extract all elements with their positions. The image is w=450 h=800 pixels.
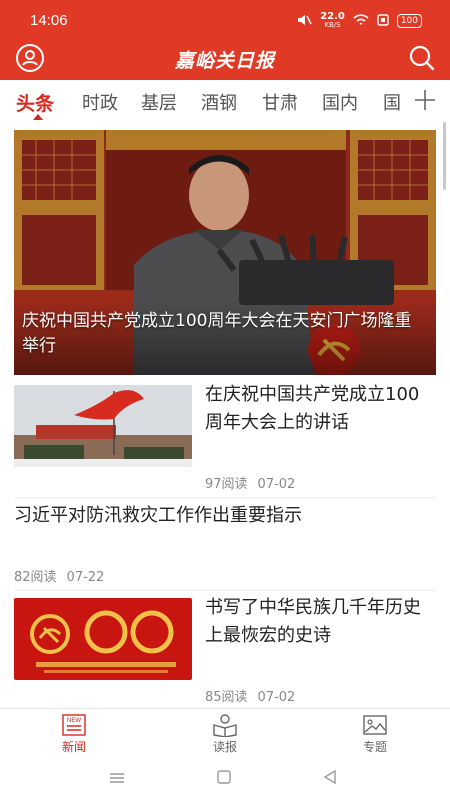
nav-news-label: 新闻	[61, 740, 86, 754]
nav-news[interactable]: NEW 新闻	[39, 713, 109, 755]
home-icon[interactable]	[216, 769, 232, 789]
nav-read-paper-label: 读报	[212, 740, 237, 754]
reading-icon	[213, 714, 237, 737]
tab-headlines[interactable]: 头条	[16, 89, 54, 116]
hero-news-title: 庆祝中国共产党成立100周年大会在天安门广场隆重举行	[22, 311, 412, 356]
publish-date: 07-22	[66, 570, 105, 585]
news-meta: 97阅读 07-02	[205, 473, 295, 492]
publish-date: 07-02	[257, 477, 296, 492]
news-list-item[interactable]: 在庆祝中国共产党成立100周年大会上的讲话 97阅读 07-02	[14, 384, 436, 492]
newspaper-icon: NEW	[62, 714, 86, 736]
news-title: 在庆祝中国共产党成立100周年大会上的讲话	[205, 384, 420, 433]
scrollbar[interactable]	[443, 122, 446, 190]
status-icons: 22.0 KB/S 100	[296, 12, 422, 30]
tab-international[interactable]: 国	[383, 89, 401, 115]
system-navigation-bar	[0, 760, 450, 800]
tab-grassroots[interactable]: 基层	[141, 89, 177, 115]
tab-politics[interactable]: 时政	[82, 89, 118, 115]
menu-icon[interactable]	[108, 770, 126, 789]
read-count: 85阅读	[205, 690, 248, 705]
tab-domestic[interactable]: 国内	[322, 89, 358, 115]
hero-news-card[interactable]: 庆祝中国共产党成立100周年大会在天安门广场隆重举行	[14, 130, 436, 375]
back-icon[interactable]	[322, 769, 338, 789]
bottom-navigation: NEW 新闻 读报 专题	[0, 708, 450, 760]
news-list-item[interactable]: 习近平对防汛救灾工作作出重要指示 82阅读 07-22	[14, 502, 436, 587]
mute-icon	[296, 13, 312, 30]
divider	[14, 497, 436, 498]
news-title: 书写了中华民族几千年历史上最恢宏的史诗	[205, 597, 421, 646]
nav-read-paper[interactable]: 读报	[190, 713, 260, 755]
network-speed: 22.0 KB/S	[320, 11, 345, 30]
publish-date: 07-02	[257, 690, 296, 705]
category-tabs: 头条 时政 基层 酒钢 甘肃 国内 国	[0, 80, 450, 122]
status-bar: 14:06 22.0 KB/S 100	[0, 0, 450, 40]
status-time: 14:06	[30, 12, 68, 29]
news-meta: 82阅读 07-22	[14, 566, 104, 585]
add-channel-icon[interactable]	[408, 82, 442, 116]
news-list-item[interactable]: 书写了中华民族几千年历史上最恢宏的史诗 85阅读 07-02	[14, 597, 436, 705]
wifi-icon	[353, 13, 369, 29]
nav-topics-label: 专题	[362, 740, 387, 754]
image-icon	[363, 715, 387, 735]
tab-jiugang[interactable]: 酒钢	[201, 89, 237, 115]
read-count: 82阅读	[14, 570, 57, 585]
tab-gansu[interactable]: 甘肃	[262, 89, 298, 115]
divider	[14, 590, 436, 591]
news-thumbnail	[14, 598, 192, 680]
battery-icon: 100	[396, 14, 422, 28]
active-tab-indicator	[33, 114, 43, 120]
nav-topics[interactable]: 专题	[340, 713, 410, 755]
app-header: 嘉峪关日报	[0, 40, 450, 80]
app-brand-logo: 嘉峪关日报	[174, 50, 275, 72]
news-thumbnail	[14, 385, 192, 467]
search-icon[interactable]	[406, 42, 438, 74]
read-count: 97阅读	[205, 477, 248, 492]
sim-icon	[377, 13, 389, 29]
new-badge: NEW	[67, 718, 81, 724]
news-meta: 85阅读 07-02	[205, 686, 295, 705]
news-title: 习近平对防汛救灾工作作出重要指示	[14, 505, 302, 526]
